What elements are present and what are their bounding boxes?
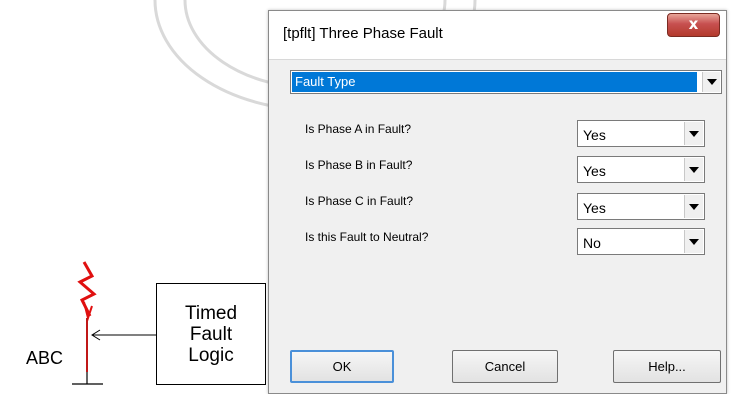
chevron-down-icon[interactable] — [684, 195, 703, 218]
phase-a-select[interactable]: Yes — [577, 120, 705, 147]
chevron-down-icon[interactable] — [702, 72, 720, 92]
bus-label: ABC — [26, 348, 64, 368]
chevron-down-icon[interactable] — [684, 230, 703, 253]
phase-b-label: Is Phase B in Fault? — [305, 158, 413, 172]
neutral-label: Is this Fault to Neutral? — [305, 230, 429, 244]
neutral-value: No — [583, 235, 601, 251]
help-button[interactable]: Help... — [613, 350, 721, 383]
phase-b-select[interactable]: Yes — [577, 156, 705, 183]
logic-line-3: Logic — [188, 344, 234, 366]
section-dropdown-value: Fault Type — [292, 72, 697, 92]
close-button[interactable]: x — [667, 13, 720, 37]
ok-button[interactable]: OK — [290, 350, 394, 383]
section-dropdown[interactable]: Fault Type — [290, 70, 722, 94]
logic-line-2: Fault — [189, 323, 233, 345]
chevron-down-icon[interactable] — [684, 158, 703, 181]
close-icon: x — [688, 15, 699, 33]
chevron-down-icon[interactable] — [684, 122, 703, 145]
timed-fault-logic-box: Timed Fault Logic — [156, 283, 266, 385]
neutral-select[interactable]: No — [577, 228, 705, 255]
three-phase-fault-dialog: [tpflt] Three Phase Fault x Fault Type I… — [268, 10, 727, 394]
dialog-titlebar[interactable]: [tpflt] Three Phase Fault x — [269, 11, 726, 60]
dialog-client: Fault Type Is Phase A in Fault? Yes Is P… — [269, 60, 726, 393]
phase-c-value: Yes — [583, 200, 606, 216]
phase-b-value: Yes — [583, 163, 606, 179]
phase-a-value: Yes — [583, 127, 606, 143]
cancel-button[interactable]: Cancel — [452, 350, 558, 383]
phase-c-select[interactable]: Yes — [577, 193, 705, 220]
logic-line-1: Timed — [184, 302, 238, 324]
dialog-title: [tpflt] Three Phase Fault — [283, 25, 443, 42]
phase-c-label: Is Phase C in Fault? — [305, 194, 414, 208]
phase-a-label: Is Phase A in Fault? — [305, 122, 412, 136]
